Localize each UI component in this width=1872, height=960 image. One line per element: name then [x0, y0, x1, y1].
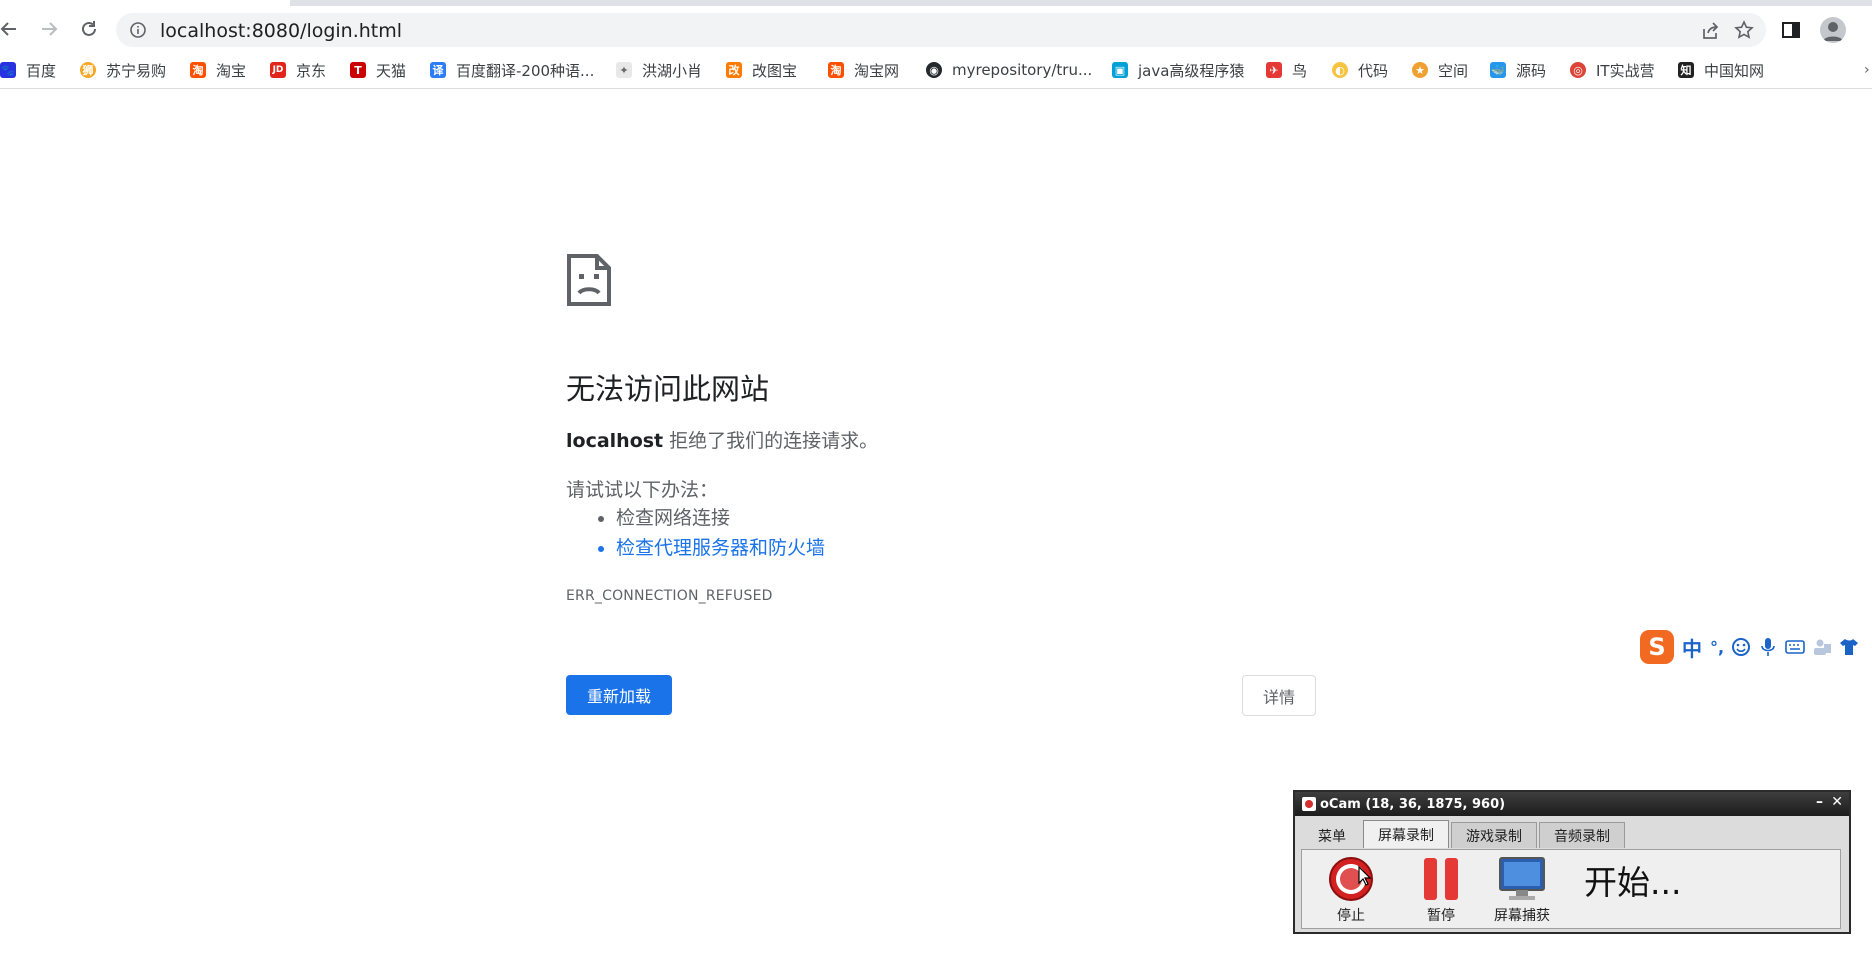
bookmark-suning[interactable]: 狮苏宁易购	[80, 59, 166, 81]
user-tools-icon[interactable]	[1811, 636, 1833, 658]
tmall-icon: T	[350, 62, 366, 78]
bookmark-source[interactable]: 🐳 源码	[1490, 59, 1546, 81]
docker-whale-icon: 🐳	[1490, 62, 1506, 78]
pause-icon	[1424, 858, 1458, 900]
emoji-icon[interactable]	[1730, 636, 1752, 658]
bookmark-baidu[interactable]: 🐾 百度	[0, 59, 56, 81]
baidu-translate-icon: 译	[430, 62, 446, 78]
error-summary-text: 拒绝了我们的连接请求。	[663, 430, 879, 452]
details-button[interactable]: 详情	[1242, 675, 1316, 716]
bookmark-tmall[interactable]: T 天猫	[350, 59, 406, 81]
bookmark-myrepository[interactable]: ◉ myrepository/tru...	[926, 59, 1092, 81]
stop-label: 停止	[1337, 908, 1365, 924]
keyboard-icon[interactable]	[1784, 636, 1806, 658]
minimize-icon[interactable]: –	[1816, 794, 1823, 810]
bookmarks-overflow-icon[interactable]: ›	[1864, 62, 1870, 78]
error-host: localhost	[566, 430, 664, 452]
baidu-paw-icon: 🐾	[0, 62, 16, 78]
sogou-logo-icon[interactable]: S	[1640, 630, 1674, 664]
share-icon[interactable]	[1700, 21, 1720, 41]
ocam-tabs: 菜单 屏幕录制 游戏录制 音频录制	[1303, 820, 1627, 848]
bookmark-taobao[interactable]: 淘淘宝	[190, 59, 246, 81]
ime-punct-toggle[interactable]: °,	[1710, 638, 1724, 657]
bookmark-honghu[interactable]: ✦ 洪湖小肖	[616, 59, 702, 81]
profile-avatar-icon[interactable]	[1820, 17, 1846, 43]
screen-capture-label: 屏幕捕获	[1494, 908, 1550, 924]
bookmark-niao[interactable]: ✈ 鸟	[1266, 59, 1307, 81]
refresh-icon	[82, 21, 96, 36]
back-button[interactable]	[0, 16, 22, 42]
suggestions-list: 检查网络连接 检查代理服务器和防火墙	[566, 503, 825, 563]
back-arrow-icon	[0, 22, 16, 36]
taobao-icon: 淘	[190, 62, 206, 78]
error-title: 无法访问此网站	[566, 372, 770, 406]
bookmark-star-icon[interactable]	[1734, 20, 1754, 40]
bookmark-gaitubao[interactable]: 改改图宝	[726, 59, 797, 81]
code-icon: ◐	[1332, 62, 1348, 78]
tab-menu[interactable]: 菜单	[1303, 822, 1361, 848]
qzone-icon: ★	[1412, 62, 1428, 78]
close-icon[interactable]: ✕	[1831, 794, 1843, 810]
bookmark-jd[interactable]: JD 京东	[270, 59, 326, 81]
bird-icon: ✈	[1266, 62, 1282, 78]
microphone-icon[interactable]	[1757, 636, 1779, 658]
taobao-icon: 淘	[828, 62, 844, 78]
cnki-icon: 知	[1678, 62, 1694, 78]
suggestion-check-proxy-link[interactable]: 检查代理服务器和防火墙	[616, 533, 825, 563]
ime-toolbar: S 中 °,	[1640, 628, 1872, 666]
bookmarks-bar: 🐾 百度 狮苏宁易购 淘淘宝 JD 京东 T 天猫 译百度翻译-200种语... ✦ 洪…	[0, 52, 1872, 89]
screen-capture-button[interactable]: 屏幕捕获	[1494, 856, 1550, 925]
suggestion-check-network: 检查网络连接	[616, 503, 825, 533]
ocam-controls-panel: 停止 暂停 屏幕捕获 开始...	[1301, 849, 1841, 929]
suning-lion-icon: 狮	[80, 62, 96, 78]
pause-label: 暂停	[1427, 908, 1455, 924]
bookmark-qzone[interactable]: ★ 空间	[1412, 59, 1468, 81]
sad-page-icon	[567, 254, 611, 306]
bookmark-itshizhanying[interactable]: ◎ IT实战营	[1570, 59, 1655, 81]
error-summary: localhost 拒绝了我们的连接请求。	[566, 426, 878, 453]
info-icon[interactable]	[130, 22, 146, 38]
bilibili-icon: ▣	[1112, 62, 1128, 78]
ocam-title: oCam (18, 36, 1875, 960)	[1320, 796, 1506, 812]
reload-button[interactable]	[76, 16, 102, 42]
side-panel-icon[interactable]	[1782, 22, 1800, 38]
ime-mode-toggle[interactable]: 中	[1682, 633, 1702, 662]
recording-status: 开始...	[1584, 863, 1682, 902]
tab-audio-recording[interactable]: 音频录制	[1539, 822, 1625, 848]
forward-arrow-icon	[42, 22, 58, 36]
ocam-window: oCam (18, 36, 1875, 960) – ✕ 菜单 屏幕录制 游戏录…	[1293, 790, 1851, 934]
error-code: ERR_CONNECTION_REFUSED	[566, 588, 773, 604]
tab-screen-recording[interactable]: 屏幕录制	[1363, 820, 1449, 848]
bookmark-java[interactable]: ▣ java高级程序猿	[1112, 59, 1244, 81]
bookmark-code[interactable]: ◐ 代码	[1332, 59, 1388, 81]
mouse-cursor-icon	[1358, 866, 1372, 886]
try-label: 请试试以下办法：	[566, 479, 719, 501]
forward-button[interactable]	[36, 16, 62, 42]
reload-page-button[interactable]: 重新加载	[566, 675, 672, 715]
monitor-icon	[1499, 857, 1545, 900]
pause-button[interactable]: 暂停	[1418, 856, 1464, 925]
bookmark-cnki[interactable]: 知中国知网	[1678, 59, 1764, 81]
ocam-logo-icon	[1302, 797, 1316, 811]
ocam-titlebar[interactable]: oCam (18, 36, 1875, 960) – ✕	[1295, 792, 1849, 816]
url-text[interactable]: localhost:8080/login.html	[160, 20, 402, 42]
browser-toolbar: localhost:8080/login.html	[0, 6, 1872, 52]
bookmark-taobao-net[interactable]: 淘淘宝网	[828, 59, 899, 81]
tab-game-recording[interactable]: 游戏录制	[1451, 822, 1537, 848]
gaitubao-icon: 改	[726, 62, 742, 78]
skin-shirt-icon[interactable]	[1838, 636, 1860, 658]
bird-icon: ✦	[616, 62, 632, 78]
github-icon: ◉	[926, 62, 942, 78]
address-bar[interactable]: localhost:8080/login.html	[116, 13, 1766, 47]
jd-icon: JD	[270, 62, 286, 78]
chrome-icon: ◎	[1570, 62, 1586, 78]
bookmark-baidu-translate[interactable]: 译百度翻译-200种语...	[430, 59, 594, 81]
